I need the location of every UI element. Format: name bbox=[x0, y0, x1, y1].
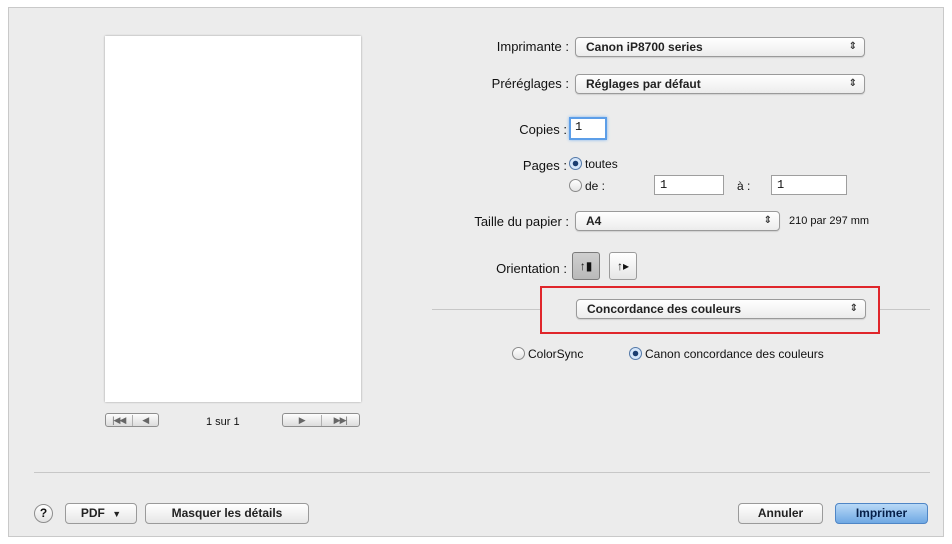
copies-field[interactable]: 1 bbox=[569, 117, 607, 140]
previous-page-button[interactable]: ◀ bbox=[131, 414, 159, 426]
pages-range-label: de : bbox=[585, 179, 606, 193]
highlight-box bbox=[540, 286, 880, 334]
first-page-button[interactable]: |◀◀ bbox=[106, 415, 132, 426]
pages-label: Pages : bbox=[522, 158, 567, 173]
pdf-menu-button[interactable]: PDF ▼ bbox=[65, 503, 137, 524]
portrait-orientation-icon: ↑▮ bbox=[579, 259, 593, 273]
preview-forward-buttons: ▶ ▶▶| bbox=[282, 413, 360, 427]
pages-to-label: à : bbox=[737, 179, 751, 193]
canon-color-matching-radio[interactable] bbox=[629, 347, 642, 360]
portrait-orientation-button[interactable]: ↑▮ bbox=[572, 252, 600, 280]
paper-dimensions: 210 par 297 mm bbox=[789, 215, 870, 227]
separator-right bbox=[878, 309, 930, 310]
orientation-label: Orientation : bbox=[496, 261, 567, 276]
landscape-orientation-icon: ↑▸ bbox=[616, 259, 630, 273]
page-indicator: 1 sur 1 bbox=[206, 416, 240, 428]
landscape-orientation-button[interactable]: ↑▸ bbox=[609, 252, 637, 280]
pages-all-radio[interactable] bbox=[569, 157, 582, 170]
cancel-button[interactable]: Annuler bbox=[738, 503, 823, 524]
presets-label: Préréglages : bbox=[491, 76, 569, 91]
last-page-button[interactable]: ▶▶| bbox=[320, 414, 360, 426]
pages-all-label: toutes bbox=[585, 157, 618, 171]
printer-value: Canon iP8700 series bbox=[586, 40, 703, 54]
printer-label: Imprimante : bbox=[496, 39, 569, 54]
copies-label: Copies : bbox=[519, 122, 567, 137]
paper-size-popup[interactable]: A4 ⇕ bbox=[575, 211, 780, 231]
presets-popup[interactable]: Réglages par défaut ⇕ bbox=[575, 74, 865, 94]
paper-size-value: A4 bbox=[586, 214, 602, 228]
preview-back-buttons: |◀◀ ◀ bbox=[105, 413, 159, 427]
page-preview bbox=[105, 36, 361, 402]
footer-separator bbox=[34, 472, 930, 473]
help-button[interactable]: ? bbox=[34, 504, 53, 523]
separator-left bbox=[432, 309, 542, 310]
canon-color-matching-label: Canon concordance des couleurs bbox=[645, 347, 824, 361]
popup-arrows-icon: ⇕ bbox=[848, 78, 857, 89]
print-button[interactable]: Imprimer bbox=[835, 503, 928, 524]
chevron-down-icon: ▼ bbox=[112, 509, 122, 519]
next-page-button[interactable]: ▶ bbox=[283, 415, 321, 426]
popup-arrows-icon: ⇕ bbox=[848, 41, 857, 52]
pages-from-field[interactable]: 1 bbox=[654, 175, 724, 195]
hide-details-button[interactable]: Masquer les détails bbox=[145, 503, 309, 524]
presets-value: Réglages par défaut bbox=[586, 77, 701, 91]
colorsync-label: ColorSync bbox=[528, 347, 584, 361]
pages-to-field[interactable]: 1 bbox=[771, 175, 847, 195]
paper-size-label: Taille du papier : bbox=[474, 214, 569, 229]
pdf-label: PDF bbox=[80, 506, 105, 520]
popup-arrows-icon: ⇕ bbox=[763, 215, 772, 226]
printer-popup[interactable]: Canon iP8700 series ⇕ bbox=[575, 37, 865, 57]
pages-range-radio[interactable] bbox=[569, 179, 582, 192]
colorsync-radio[interactable] bbox=[512, 347, 525, 360]
